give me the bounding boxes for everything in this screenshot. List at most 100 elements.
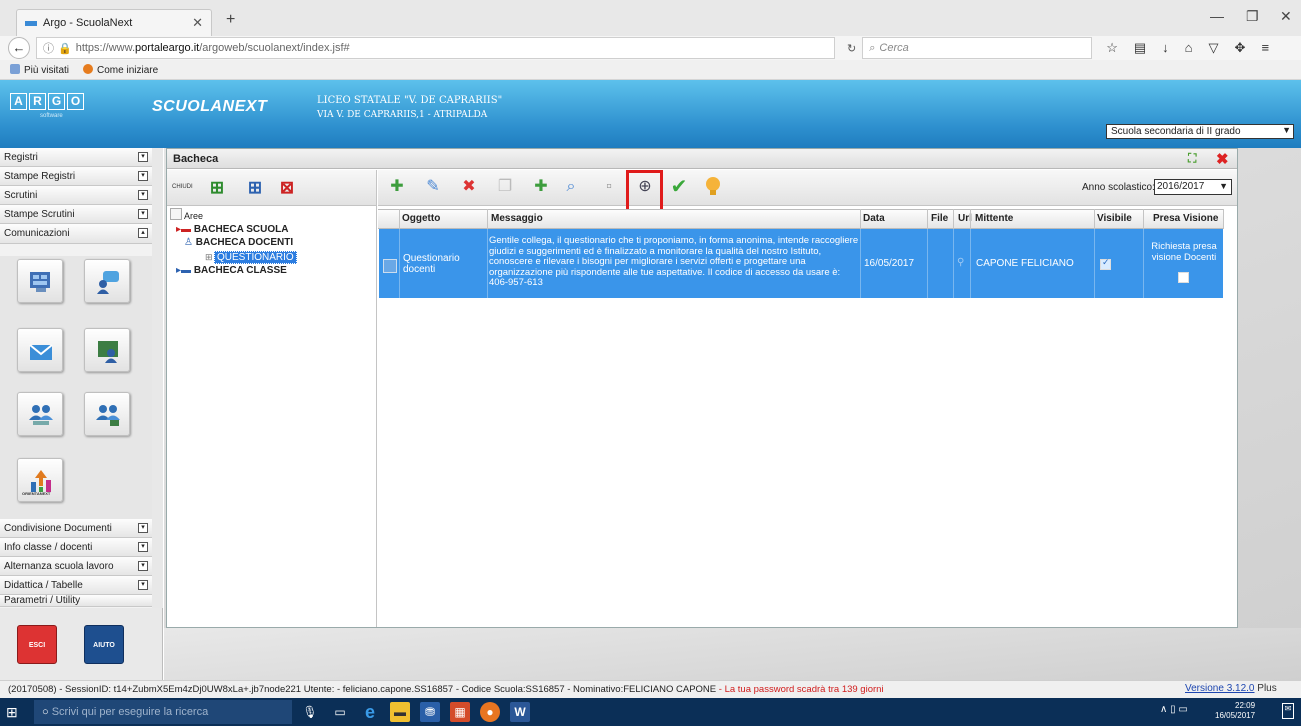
col-data[interactable]: Data (863, 213, 885, 224)
blackboard-icon[interactable] (84, 328, 130, 372)
presa-visione-checkbox[interactable] (1178, 272, 1189, 283)
meeting-icon[interactable] (17, 392, 63, 436)
menu-icon[interactable]: ≡ (1261, 40, 1269, 56)
school-name: LICEO STATALE "V. DE CAPRARIIS" (317, 95, 503, 106)
maximize-icon[interactable]: ⛶ (1188, 151, 1202, 165)
reload-icon[interactable]: ↻ (847, 42, 856, 55)
add-message-icon[interactable]: ✚ (384, 173, 410, 201)
notification-icon[interactable]: ✉ (1282, 703, 1294, 719)
microphone-icon[interactable]: 🎙 (300, 702, 320, 722)
col-mittente[interactable]: Mittente (975, 213, 1013, 224)
delete-area-icon[interactable]: ⊠ (276, 177, 298, 199)
download-icon[interactable]: ↓ (1162, 40, 1169, 56)
browser-search-field[interactable]: ⌕ Cerca (862, 37, 1093, 59)
add-area-icon[interactable]: ⊞ (206, 177, 228, 199)
firefox-icon[interactable]: ● (480, 702, 500, 722)
chevron-down-icon: ▼ (1219, 181, 1228, 191)
file-explorer-icon[interactable]: ▬ (390, 702, 410, 722)
sidebar-item-stampe-registri[interactable]: Stampe Registri ▾ (0, 167, 152, 186)
cell-mittente: CAPONE FELICIANO (976, 258, 1074, 269)
esci-button[interactable]: ESCI (17, 625, 57, 664)
sidebar-scrollbar[interactable] (152, 148, 163, 618)
sidebar-item-comunicazioni[interactable]: Comunicazioni ▴ (0, 224, 152, 244)
expand-icon: ▾ (138, 190, 148, 200)
col-presa-visione[interactable]: Presa Visione (1153, 213, 1218, 224)
aiuto-button[interactable]: AIUTO (84, 625, 124, 664)
orientanext-icon[interactable]: ORIENTANEXT (17, 458, 63, 502)
sidebar-item-stampe-scrutini[interactable]: Stampe Scrutini ▾ (0, 205, 152, 224)
new-tab-button[interactable]: + (226, 11, 235, 29)
anno-select[interactable]: 2016/2017 ▼ (1154, 179, 1232, 195)
word-icon[interactable]: W (510, 702, 530, 722)
tree-item-bacheca-classe[interactable]: ▸▬ BACHECA CLASSE (176, 265, 287, 276)
checkmark-icon[interactable]: ✔ (666, 173, 692, 201)
link-icon[interactable]: ⚲ (957, 258, 964, 268)
extension-icon[interactable]: ✥ (1235, 40, 1246, 56)
window-close-button[interactable]: ✖ (1216, 150, 1229, 168)
copy-icon[interactable]: ❐ (492, 173, 518, 201)
sidebar-item-condivisione-documenti[interactable]: Condivisione Documenti ▾ (0, 519, 152, 538)
tree-item-bacheca-docenti[interactable]: ♙ BACHECA DOCENTI (184, 237, 293, 248)
task-view-icon[interactable]: ▭ (330, 702, 350, 722)
store-icon[interactable]: ⛃ (420, 702, 440, 722)
highlight-box (626, 170, 663, 212)
info-icon[interactable]: ⓘ (43, 40, 54, 56)
edit-message-icon[interactable]: ✎ (420, 173, 446, 201)
edit-area-icon[interactable]: ⊞ (244, 177, 266, 199)
bookmark-getting-started[interactable]: Come iniziare (83, 63, 158, 76)
delete-message-icon[interactable]: ✖ (456, 173, 482, 201)
minimize-icon[interactable]: — (1210, 8, 1224, 24)
browser-tab[interactable]: Argo - ScuolaNext ✕ (16, 9, 212, 36)
url-domain: portaleargo.it (135, 42, 200, 54)
pocket-icon[interactable]: ▽ (1209, 40, 1219, 56)
col-visibile[interactable]: Visibile (1097, 213, 1132, 224)
url-bar[interactable]: ⓘ 🔒 https://www. portaleargo.it/argoweb/s… (36, 37, 835, 59)
visibile-checkbox[interactable]: ✓ (1100, 257, 1111, 270)
file-icon[interactable]: ▫ (596, 173, 622, 201)
tree-item-bacheca-scuola[interactable]: ▸▬ BACHECA SCUOLA (176, 224, 288, 235)
photos-icon[interactable]: ▦ (450, 702, 470, 722)
bookmark-star-icon[interactable]: ☆ (1106, 40, 1118, 56)
system-tray-icons[interactable]: ∧ ▯ ▭ (1160, 704, 1188, 715)
windows-start-icon[interactable]: ⊞ (6, 703, 26, 721)
col-messaggio[interactable]: Messaggio (491, 213, 543, 224)
clock[interactable]: 22:09 16/05/2017 (1215, 701, 1255, 721)
class-icon: ▸▬ (176, 265, 192, 276)
sidebar-item-registri[interactable]: Registri ▾ (0, 148, 152, 167)
back-arrow-icon[interactable]: ← (8, 37, 30, 59)
cell-oggetto: Questionario docenti (403, 253, 460, 275)
taskbar-search[interactable]: ○ Scrivi qui per eseguire la ricerca (34, 700, 292, 724)
restore-icon[interactable]: ❐ (1246, 8, 1259, 25)
lightbulb-icon[interactable] (700, 173, 726, 201)
school-grade-select[interactable]: Scuola secondaria di II grado ▼ (1106, 124, 1294, 139)
edge-icon[interactable]: e (360, 702, 380, 722)
mail-icon[interactable] (17, 328, 63, 372)
chat-icon[interactable] (84, 259, 130, 303)
tab-close-icon[interactable]: ✕ (192, 15, 203, 31)
tree-item-questionario[interactable]: QUESTIONARIO (214, 251, 297, 264)
sidebar-item-didattica[interactable]: Didattica / Tabelle ▾ (0, 576, 152, 595)
collapse-icon: ▴ (138, 228, 148, 238)
home-icon[interactable]: ⌂ (1185, 40, 1193, 56)
tree-toolbar (167, 170, 377, 206)
sidebar-item-alternanza[interactable]: Alternanza scuola lavoro ▾ (0, 557, 152, 576)
cell-presa-visione: Richiesta presa visione Docenti (1151, 241, 1217, 263)
window-close-icon[interactable]: ✕ (1280, 8, 1292, 25)
preview-icon[interactable]: ⌕ (558, 173, 584, 201)
collapse-all-button[interactable]: CHIUDI (172, 184, 193, 190)
reading-list-icon[interactable]: ▤ (1134, 40, 1146, 56)
add-attachment-icon[interactable]: ✚ (528, 173, 554, 201)
tree-root-label: Aree (184, 211, 204, 221)
version-info[interactable]: Versione 3.12.0 Plus (1185, 683, 1277, 694)
bacheca-icon[interactable] (17, 259, 63, 303)
group-icon[interactable] (84, 392, 130, 436)
tab-title: Argo - ScuolaNext (43, 17, 133, 29)
col-oggetto[interactable]: Oggetto (402, 213, 440, 224)
sidebar-item-parametri[interactable]: Parametri / Utility (0, 595, 152, 607)
chevron-down-icon: ▼ (1282, 125, 1291, 135)
sidebar-item-info-classe[interactable]: Info classe / docenti ▾ (0, 538, 152, 557)
bookmark-most-visited[interactable]: Più visitati (10, 63, 69, 76)
expand-icon: ▾ (138, 580, 148, 590)
sidebar-item-scrutini[interactable]: Scrutini ▾ (0, 186, 152, 205)
col-file[interactable]: File (931, 213, 948, 224)
